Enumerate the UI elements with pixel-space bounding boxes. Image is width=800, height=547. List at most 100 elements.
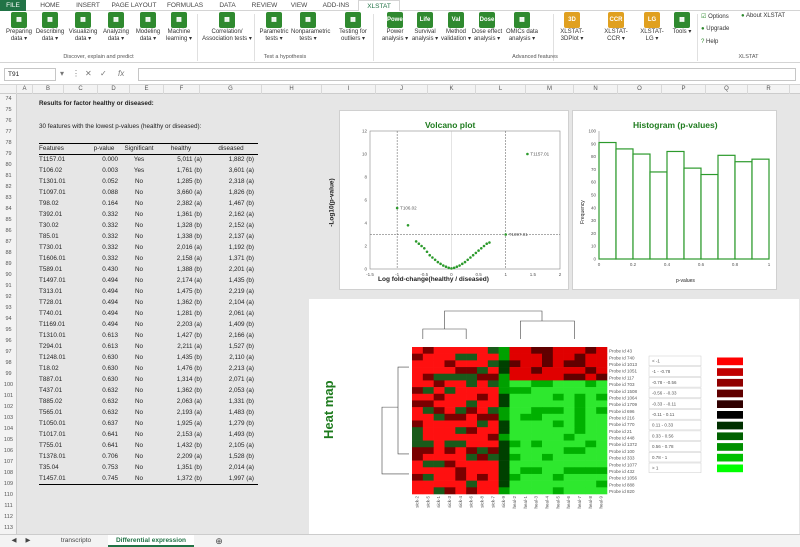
row-header-108[interactable]: 108 bbox=[0, 468, 17, 479]
column-header-E[interactable]: E bbox=[130, 85, 164, 94]
table-cell[interactable]: 0.753 bbox=[87, 462, 121, 473]
table-cell[interactable]: 1,372 (b) bbox=[157, 473, 205, 484]
table-cell[interactable]: T18.02 bbox=[39, 363, 87, 374]
table-cell[interactable]: No bbox=[121, 407, 157, 418]
table-cell[interactable]: No bbox=[121, 297, 157, 308]
row-header-96[interactable]: 96 bbox=[0, 336, 17, 347]
table-cell[interactable]: 0.632 bbox=[87, 407, 121, 418]
parametric-button[interactable]: ▦ Parametric tests ▾ bbox=[257, 12, 291, 43]
table-cell[interactable]: No bbox=[121, 275, 157, 286]
table-cell[interactable]: T1097.01 bbox=[39, 187, 87, 198]
row-header-97[interactable]: 97 bbox=[0, 347, 17, 358]
table-cell[interactable]: 2,061 (a) bbox=[205, 308, 257, 319]
table-cell[interactable]: No bbox=[121, 286, 157, 297]
row-header-109[interactable]: 109 bbox=[0, 479, 17, 490]
table-cell[interactable]: 0.613 bbox=[87, 341, 121, 352]
row-header-104[interactable]: 104 bbox=[0, 424, 17, 435]
table-cell[interactable]: 2,071 (a) bbox=[205, 374, 257, 385]
column-header-C[interactable]: C bbox=[64, 85, 98, 94]
ribbon-tab-file[interactable]: FILE bbox=[0, 0, 26, 11]
table-cell[interactable]: 1,476 (b) bbox=[157, 363, 205, 374]
table-cell[interactable]: 1,475 (b) bbox=[157, 286, 205, 297]
table-cell[interactable]: T1050.01 bbox=[39, 418, 87, 429]
row-header-75[interactable]: 75 bbox=[0, 105, 17, 116]
help-button[interactable]: ? Help bbox=[701, 39, 718, 45]
column-header-P[interactable]: P bbox=[662, 85, 706, 94]
table-cell[interactable]: No bbox=[121, 440, 157, 451]
histogram-chart[interactable]: Histogram (p-values) 0 10 20 30 40 50 60 70 80 90… bbox=[572, 110, 777, 290]
dose-button[interactable]: Dose Dose effect analysis ▾ bbox=[470, 12, 504, 43]
row-header-88[interactable]: 88 bbox=[0, 248, 17, 259]
table-cell[interactable]: 0.332 bbox=[87, 253, 121, 264]
row-header-74[interactable]: 74 bbox=[0, 94, 17, 105]
tree-button[interactable]: ▦ Machine learning ▾ bbox=[162, 12, 196, 43]
cancel-icon[interactable]: ✕ bbox=[85, 69, 92, 78]
table-cell[interactable]: 1,285 (b) bbox=[157, 176, 205, 187]
column-header-K[interactable]: K bbox=[428, 85, 476, 94]
table-cell[interactable]: 1,826 (b) bbox=[205, 187, 257, 198]
table-cell[interactable]: 2,104 (a) bbox=[205, 297, 257, 308]
table-cell[interactable]: 2,203 (a) bbox=[157, 319, 205, 330]
table-cell[interactable]: 2,201 (a) bbox=[205, 264, 257, 275]
table-cell[interactable]: 1,351 (b) bbox=[157, 462, 205, 473]
table-button[interactable]: ▦ Preparing data ▾ bbox=[2, 12, 36, 43]
row-header-103[interactable]: 103 bbox=[0, 413, 17, 424]
column-header-J[interactable]: J bbox=[376, 85, 428, 94]
row-header-93[interactable]: 93 bbox=[0, 303, 17, 314]
about-xlstat-button[interactable]: ● About XLSTAT bbox=[741, 13, 785, 19]
table-cell[interactable]: No bbox=[121, 429, 157, 440]
table-cell[interactable]: 2,016 (a) bbox=[157, 242, 205, 253]
table-cell[interactable]: 2,158 (a) bbox=[157, 253, 205, 264]
table-cell[interactable]: T885.02 bbox=[39, 396, 87, 407]
analyze-button[interactable]: ▦ Analyzing data ▾ bbox=[99, 12, 133, 43]
column-header-R[interactable]: R bbox=[748, 85, 790, 94]
table-cell[interactable]: T730.01 bbox=[39, 242, 87, 253]
table-cell[interactable]: 0.630 bbox=[87, 352, 121, 363]
row-header-90[interactable]: 90 bbox=[0, 270, 17, 281]
row-header-100[interactable]: 100 bbox=[0, 380, 17, 391]
column-header-G[interactable]: G bbox=[200, 85, 262, 94]
row-header-81[interactable]: 81 bbox=[0, 171, 17, 182]
table-cell[interactable]: 2,053 (a) bbox=[205, 385, 257, 396]
enter-icon[interactable]: ✓ bbox=[100, 69, 107, 78]
table-cell[interactable]: No bbox=[121, 176, 157, 187]
table-cell[interactable]: 5,011 (a) bbox=[157, 154, 205, 165]
table-cell[interactable]: 1,882 (b) bbox=[205, 154, 257, 165]
table-cell[interactable]: T755.01 bbox=[39, 440, 87, 451]
table-cell[interactable]: 0.000 bbox=[87, 154, 121, 165]
table-cell[interactable]: 2,219 (a) bbox=[205, 286, 257, 297]
table-cell[interactable]: 0.494 bbox=[87, 286, 121, 297]
table-cell[interactable]: 2,174 (a) bbox=[157, 275, 205, 286]
table-cell[interactable]: T589.01 bbox=[39, 264, 87, 275]
table-cell[interactable]: No bbox=[121, 198, 157, 209]
table-cell[interactable]: T1248.01 bbox=[39, 352, 87, 363]
column-header-M[interactable]: M bbox=[526, 85, 574, 94]
table-cell[interactable]: No bbox=[121, 308, 157, 319]
table-cell[interactable]: 2,162 (a) bbox=[205, 209, 257, 220]
select-all-corner[interactable] bbox=[0, 85, 17, 94]
table-cell[interactable]: T1497.01 bbox=[39, 275, 87, 286]
row-header-85[interactable]: 85 bbox=[0, 215, 17, 226]
table-cell[interactable]: 0.494 bbox=[87, 275, 121, 286]
ribbon-tab-formulas[interactable]: FORMULAS bbox=[162, 0, 208, 11]
row-header-77[interactable]: 77 bbox=[0, 127, 17, 138]
row-header-107[interactable]: 107 bbox=[0, 457, 17, 468]
table-cell[interactable]: No bbox=[121, 374, 157, 385]
row-header-105[interactable]: 105 bbox=[0, 435, 17, 446]
table-cell[interactable]: 2,105 (a) bbox=[205, 440, 257, 451]
scroll-right-icon[interactable]: ▶ bbox=[22, 535, 34, 547]
row-header-102[interactable]: 102 bbox=[0, 402, 17, 413]
table-cell[interactable]: Yes bbox=[121, 165, 157, 176]
table-cell[interactable]: No bbox=[121, 462, 157, 473]
table-cell[interactable]: No bbox=[121, 253, 157, 264]
table-cell[interactable]: T728.01 bbox=[39, 297, 87, 308]
table-cell[interactable]: 2,063 (a) bbox=[157, 396, 205, 407]
ribbon-tab-home[interactable]: HOME bbox=[32, 0, 68, 11]
table-cell[interactable]: T565.01 bbox=[39, 407, 87, 418]
volcano-plot-chart[interactable]: Volcano plot -1.5 -1 -0.5 0 0.5 1 1.5 2 0 2 4 6 8 10 1… bbox=[329, 110, 569, 290]
table-cell[interactable]: 1,362 (b) bbox=[157, 385, 205, 396]
table-cell[interactable]: No bbox=[121, 231, 157, 242]
row-header-87[interactable]: 87 bbox=[0, 237, 17, 248]
lg-button[interactable]: LG XLSTAT- LG ▾ bbox=[637, 12, 667, 43]
row-header-79[interactable]: 79 bbox=[0, 149, 17, 160]
